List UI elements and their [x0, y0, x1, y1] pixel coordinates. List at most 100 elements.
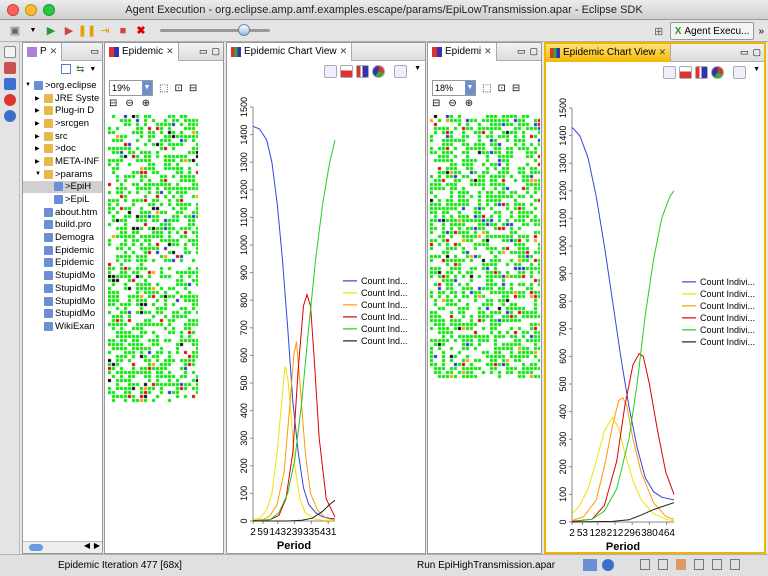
area-chart-icon[interactable] — [679, 66, 693, 79]
agent-execution-perspective-button[interactable]: X Agent Execu... — [669, 22, 755, 40]
tree-item[interactable]: StupidMo — [23, 295, 102, 308]
zoom-in-icon[interactable]: ⊕ — [142, 98, 150, 109]
close-window-button[interactable] — [7, 4, 19, 16]
restore-icon[interactable] — [3, 46, 16, 58]
tree-item[interactable]: build.pro — [23, 219, 102, 232]
view-stack-icon-5[interactable] — [712, 559, 722, 570]
tree-item[interactable]: StupidMo — [23, 307, 102, 320]
dropdown-arrow-icon[interactable]: ▼ — [26, 24, 40, 38]
layout-icon[interactable]: ⊟ — [512, 83, 520, 94]
view-menu-icon[interactable]: ▼ — [753, 66, 760, 79]
tab-epidemic-grid-2[interactable]: Epidemi ✕ — [428, 43, 497, 61]
minimize-view-icon[interactable]: ▭ — [199, 46, 208, 57]
minimize-window-button[interactable] — [25, 4, 37, 16]
close-tab-icon[interactable]: ✕ — [659, 47, 667, 58]
scroll-right-icon[interactable]: ▶ — [94, 541, 100, 550]
scatter-chart-icon[interactable] — [663, 66, 677, 79]
bar-chart-icon[interactable] — [356, 65, 370, 78]
view-stack-icon-1[interactable] — [640, 559, 650, 570]
zoom-select[interactable]: 18% ▼ — [432, 80, 476, 96]
fit-width-icon[interactable]: ⊟ — [432, 98, 440, 109]
tree-item[interactable]: ▶ >srcgen — [23, 117, 102, 130]
new-wizard-icon[interactable]: ▣ — [8, 24, 22, 38]
tree-item[interactable]: Epidemic — [23, 244, 102, 257]
tree-item[interactable]: StupidMo — [23, 269, 102, 282]
text-legend-icon[interactable] — [733, 66, 747, 79]
area-chart-icon[interactable] — [340, 65, 354, 78]
open-perspective-icon[interactable]: ⊞ — [652, 24, 666, 38]
expanded-arrow-icon[interactable]: ▼ — [35, 171, 42, 177]
collapsed-arrow-icon[interactable]: ▶ — [35, 120, 42, 127]
restart-icon[interactable]: ■ — [116, 24, 130, 38]
pie-chart-icon[interactable] — [372, 65, 386, 78]
tab-epidemic-chart-1[interactable]: Epidemic Chart View ✕ — [227, 43, 353, 61]
zoom-window-button[interactable] — [43, 4, 55, 16]
view-menu-icon[interactable]: ▼ — [89, 66, 96, 73]
console-icon[interactable] — [3, 78, 16, 90]
tree-item[interactable]: ▶ >doc — [23, 142, 102, 155]
agent-grid-canvas[interactable] — [108, 115, 198, 403]
collapsed-arrow-icon[interactable]: ▶ — [35, 95, 42, 102]
console-status-icon[interactable] — [602, 559, 614, 571]
close-tab-icon[interactable]: ✕ — [50, 46, 58, 57]
tree-item[interactable]: Demogra — [23, 231, 102, 244]
zoom-in-icon[interactable]: ⊕ — [465, 98, 473, 109]
agent-view-icon[interactable] — [3, 62, 16, 74]
close-tab-icon[interactable]: ✕ — [484, 46, 492, 57]
link-editor-icon[interactable]: ⇆ — [76, 64, 84, 75]
step-icon[interactable]: ▶ — [62, 24, 76, 38]
minimize-view-icon[interactable]: ▭ — [517, 46, 526, 57]
collapsed-arrow-icon[interactable]: ▶ — [35, 145, 42, 152]
collapsed-arrow-icon[interactable]: ▶ — [35, 133, 42, 140]
view-stack-icon-3[interactable] — [676, 559, 686, 570]
run-icon[interactable]: ▶ — [44, 24, 58, 38]
error-log-icon[interactable] — [3, 94, 16, 106]
scroll-left-icon[interactable]: ◀ — [84, 541, 90, 550]
view-stack-icon-6[interactable] — [730, 559, 740, 570]
tree-item[interactable]: >EpiL — [23, 193, 102, 206]
select-tool-icon[interactable]: ⬚ — [482, 83, 491, 94]
close-tab-icon[interactable]: ✕ — [340, 46, 348, 57]
tree-item[interactable]: WikiExan — [23, 320, 102, 333]
fit-view-icon[interactable]: ⊡ — [174, 83, 182, 94]
tree-item[interactable]: StupidMo — [23, 282, 102, 295]
collapsed-arrow-icon[interactable]: ▶ — [35, 107, 42, 114]
collapse-all-icon[interactable] — [61, 64, 71, 74]
tree-item[interactable]: ▶ META-INF — [23, 155, 102, 168]
layout-icon[interactable]: ⊟ — [189, 83, 197, 94]
tab-epidemic-grid-1[interactable]: Epidemic ✕ — [105, 43, 179, 61]
zoom-out-icon[interactable]: ⊖ — [448, 98, 456, 109]
speed-slider-knob[interactable] — [238, 24, 250, 36]
expanded-arrow-icon[interactable]: ▼ — [25, 82, 32, 88]
fit-width-icon[interactable]: ⊟ — [109, 98, 117, 109]
agent-grid-canvas[interactable] — [430, 115, 540, 379]
speed-slider[interactable] — [160, 24, 270, 36]
view-stack-icon-2[interactable] — [658, 559, 668, 570]
maximize-view-icon[interactable]: ▢ — [529, 46, 538, 57]
tree-item[interactable]: Epidemic — [23, 257, 102, 270]
perspective-overflow-icon[interactable]: » — [758, 26, 764, 37]
minimize-view-icon[interactable]: ▭ — [90, 46, 99, 57]
bar-chart-icon[interactable] — [695, 66, 709, 79]
scroll-thumb[interactable] — [29, 544, 43, 551]
tree-item[interactable]: ▶ src — [23, 130, 102, 143]
tree-item[interactable]: ▼ >params — [23, 168, 102, 181]
tab-epidemic-chart-2[interactable]: Epidemic Chart View ✕ — [546, 44, 672, 62]
progress-view-icon[interactable] — [583, 559, 597, 571]
zoom-select[interactable]: 19% ▼ — [109, 80, 153, 96]
maximize-view-icon[interactable]: ▢ — [752, 47, 761, 58]
pause-icon[interactable]: ❚❚ — [78, 24, 96, 38]
resume-icon[interactable]: ⇥ — [98, 24, 112, 38]
tree-item[interactable]: ▼ >org.eclipse — [23, 79, 102, 92]
minimize-view-icon[interactable]: ▭ — [740, 47, 749, 58]
tree-item[interactable]: >EpiH — [23, 180, 102, 194]
select-tool-icon[interactable]: ⬚ — [159, 83, 168, 94]
view-menu-icon[interactable]: ▼ — [414, 65, 421, 78]
text-legend-icon[interactable] — [394, 65, 408, 78]
zoom-out-icon[interactable]: ⊖ — [125, 98, 133, 109]
view-stack-icon-4[interactable] — [694, 559, 704, 570]
tab-package-explorer[interactable]: P ✕ — [23, 43, 63, 61]
horizontal-scrollbar[interactable]: ◀ ▶ — [23, 541, 102, 553]
close-tab-icon[interactable]: ✕ — [166, 46, 174, 57]
maximize-view-icon[interactable]: ▢ — [211, 46, 220, 57]
